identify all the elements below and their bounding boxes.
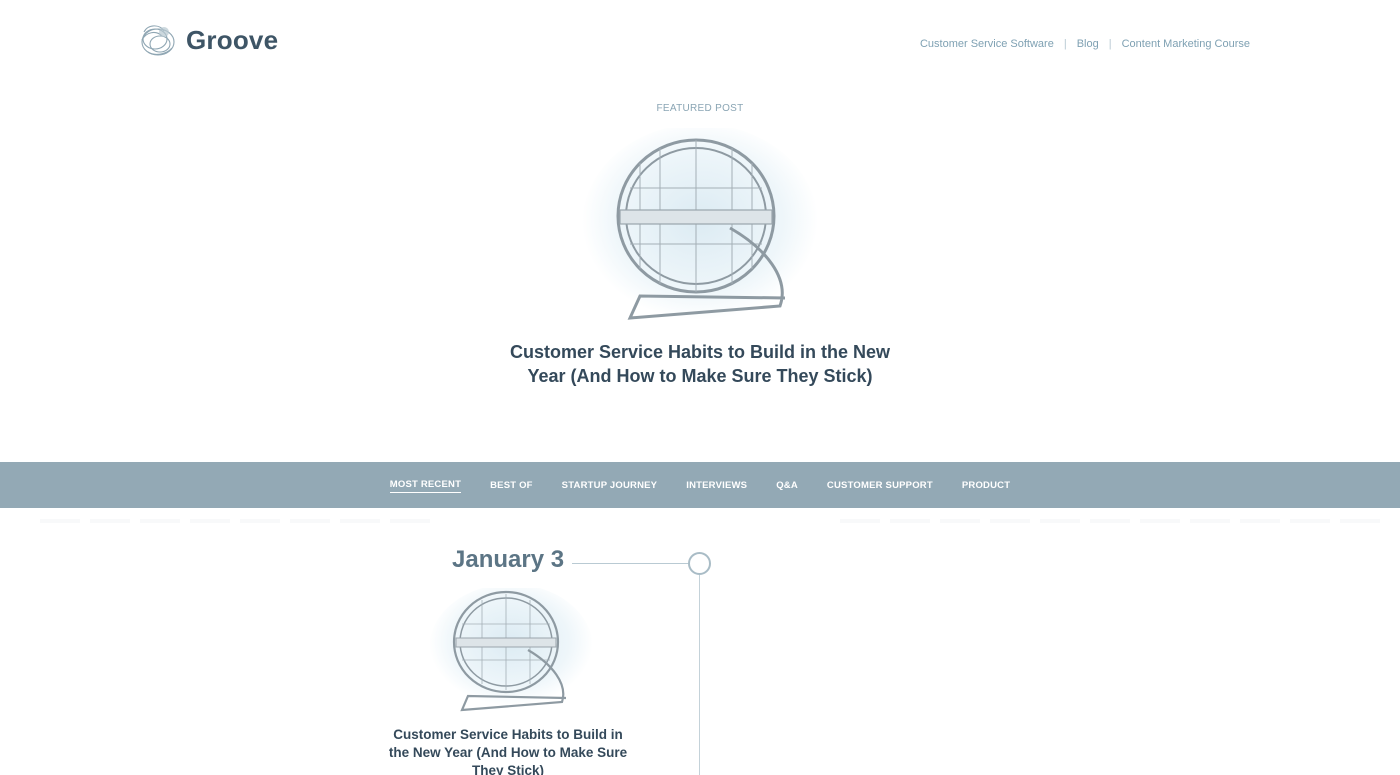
top-nav: Customer Service Software | Blog | Conte…	[920, 38, 1250, 50]
category-customer-support[interactable]: CUSTOMER SUPPORT	[827, 478, 933, 493]
category-best-of[interactable]: BEST OF	[490, 478, 533, 493]
groove-logo[interactable]: Groove	[138, 22, 278, 58]
category-bar: MOST RECENT BEST OF STARTUP JOURNEY INTE…	[0, 462, 1400, 508]
category-product[interactable]: PRODUCT	[962, 478, 1010, 493]
faint-divider-row	[40, 519, 1380, 523]
timeline-date: January 3	[452, 546, 565, 573]
timeline-connector	[572, 563, 690, 564]
featured-post-image[interactable]	[580, 128, 820, 328]
nav-link-blog[interactable]: Blog	[1077, 38, 1099, 50]
nav-link-customer-service-software[interactable]: Customer Service Software	[920, 38, 1054, 50]
nav-separator: |	[1108, 38, 1112, 50]
timeline-node	[688, 552, 711, 575]
category-most-recent[interactable]: MOST RECENT	[389, 477, 462, 493]
groove-logo-icon	[141, 25, 175, 56]
featured-post-label: FEATURED POST	[656, 103, 744, 114]
nav-link-content-marketing-course[interactable]: Content Marketing Course	[1122, 38, 1250, 50]
post-title[interactable]: Customer Service Habits to Build in the …	[388, 726, 628, 775]
post-image[interactable]	[428, 588, 594, 716]
nav-separator: |	[1063, 38, 1067, 50]
category-startup-journey[interactable]: STARTUP JOURNEY	[562, 478, 658, 493]
timeline-line	[699, 575, 700, 775]
site-header: Groove Customer Service Software | Blog …	[0, 0, 1400, 90]
category-interviews[interactable]: INTERVIEWS	[686, 478, 747, 493]
featured-post-title[interactable]: Customer Service Habits to Build in the …	[500, 340, 900, 388]
logo-text: Groove	[186, 24, 279, 55]
category-qa[interactable]: Q&A	[776, 478, 798, 493]
